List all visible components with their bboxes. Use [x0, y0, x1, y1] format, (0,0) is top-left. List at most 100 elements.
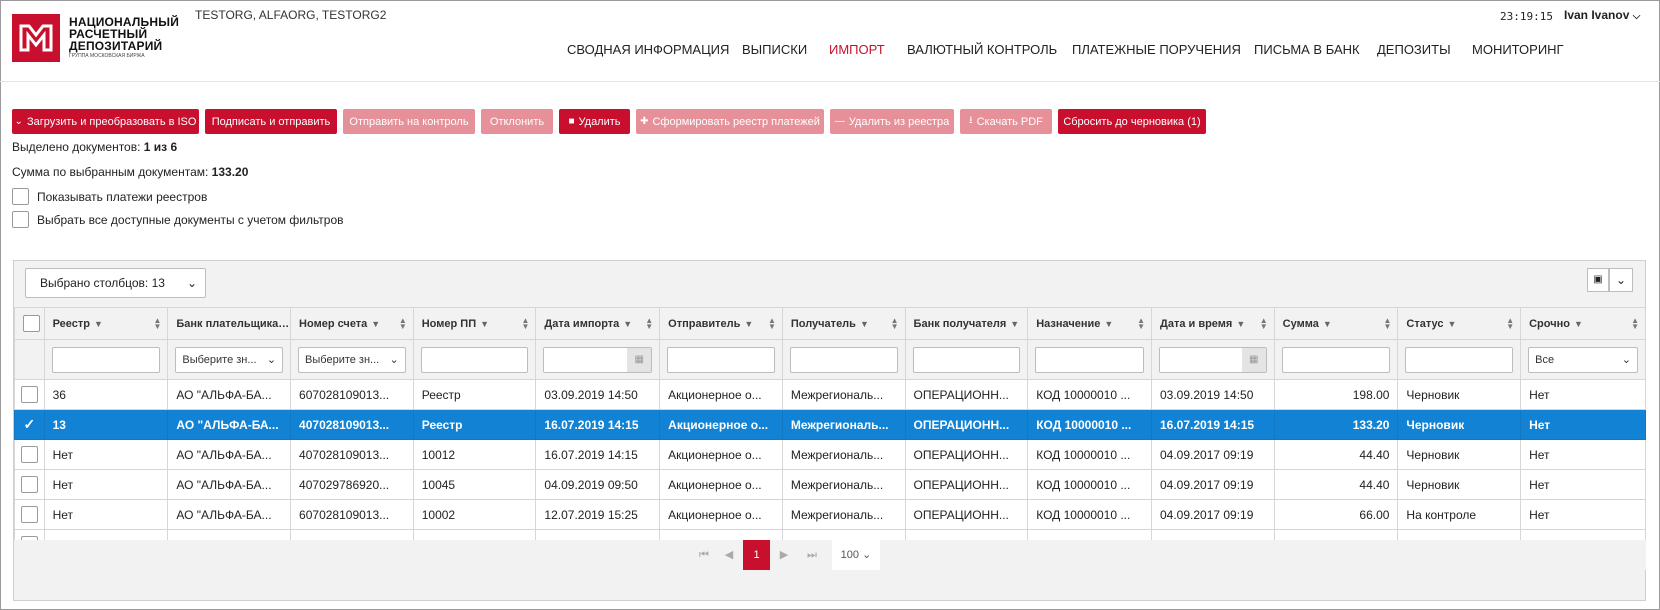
save-settings-button[interactable]: ▣	[1587, 268, 1609, 292]
calendar-icon[interactable]: ▦	[627, 347, 652, 372]
cell-pp-number: 10002	[412, 499, 537, 530]
nav-item-summary[interactable]: СВОДНАЯ ИНФОРМАЦИЯ	[567, 42, 729, 57]
registry-filter-input[interactable]	[51, 346, 161, 373]
filter-icon[interactable]: ▼	[1010, 319, 1019, 329]
nav-item-statements[interactable]: ВЫПИСКИ	[742, 42, 807, 57]
purpose-filter-input[interactable]	[1035, 346, 1144, 373]
nav-item-deposits[interactable]: ДЕПОЗИТЫ	[1377, 42, 1451, 57]
nav-item-monitoring[interactable]: МОНИТОРИНГ	[1472, 42, 1564, 57]
nav-item-bank-letters[interactable]: ПИСЬМА В БАНК	[1254, 42, 1360, 57]
sort-icon[interactable]: ▲ ▼	[1384, 317, 1392, 331]
column-header-amount[interactable]: Сумма ▼ ▲ ▼	[1273, 307, 1399, 340]
filter-icon[interactable]: ▼	[371, 319, 380, 329]
sort-icon[interactable]: ▲ ▼	[153, 317, 161, 331]
reject-button[interactable]: Отклонить	[481, 109, 553, 134]
cell-pp-number: Реестр	[412, 379, 537, 410]
calendar-icon[interactable]: ▦	[1241, 347, 1266, 372]
column-header-status[interactable]: Статус ▼ ▲ ▼	[1397, 307, 1522, 340]
column-header-purpose[interactable]: Назначение ▼ ▲ ▼	[1027, 307, 1152, 340]
filter-icon[interactable]: ▼	[623, 319, 632, 329]
load-convert-iso-button[interactable]: ⌄ Загрузить и преобразовать в ISO	[12, 109, 199, 134]
recipient-bank-filter-input[interactable]	[912, 346, 1021, 373]
sort-icon[interactable]: ▲ ▼	[768, 317, 776, 331]
sort-icon[interactable]: ▲ ▼	[1260, 317, 1268, 331]
button-label: Загрузить и преобразовать в ISO	[26, 115, 197, 128]
row-checkbox[interactable]	[20, 506, 38, 523]
payer-bank-filter-select[interactable]: Выберите зн... ⌄	[175, 346, 284, 373]
reset-to-draft-button[interactable]: Сбросить до черновика (1)	[1058, 109, 1206, 134]
nav-item-payment-orders[interactable]: ПЛАТЕЖНЫЕ ПОРУЧЕНИЯ	[1072, 42, 1241, 57]
recipient-filter-input[interactable]	[789, 346, 898, 373]
send-to-control-button[interactable]: Отправить на контроль	[343, 109, 475, 134]
filter-icon[interactable]: ▼	[1104, 319, 1113, 329]
download-pdf-button[interactable]: ⭳ Скачать PDF	[960, 109, 1052, 134]
table-row[interactable]: ✓ 13 АО "АЛЬФА-БА... 407028109013... Реестр 1…	[14, 409, 1646, 440]
filter-cell	[781, 339, 906, 380]
sort-icon[interactable]: ▲ ▼	[1631, 317, 1639, 331]
create-payment-registry-button[interactable]: ✚ Сформировать реестр платежей	[636, 109, 824, 134]
status-filter-input[interactable]	[1405, 346, 1514, 373]
row-checkbox[interactable]	[20, 446, 38, 463]
filter-icon[interactable]: ▼	[1448, 319, 1457, 329]
checkmark-icon[interactable]: ✓	[23, 416, 35, 432]
table-row[interactable]: Нет АО "АЛЬФА-БА... 607028109013... 10002 12…	[14, 499, 1646, 530]
sort-icon[interactable]: ▲ ▼	[1137, 317, 1145, 331]
column-header-pp-number[interactable]: Номер ПП ▼ ▲ ▼	[412, 307, 537, 340]
current-page[interactable]: 1	[743, 540, 770, 570]
cell-import-date: 04.09.2019 09:50	[535, 469, 661, 500]
filter-icon[interactable]: ▼	[860, 319, 869, 329]
filter-cell	[1027, 339, 1152, 380]
delete-button[interactable]: ■ Удалить	[559, 109, 630, 134]
table-row[interactable]: 36 АО "АЛЬФА-БА... 607028109013... Реестр 03…	[14, 379, 1646, 410]
filter-icon[interactable]: ▼	[1574, 319, 1583, 329]
column-selector-dropdown[interactable]: Выбрано столбцов: 13 ⌄	[25, 268, 206, 298]
amount-filter-input[interactable]	[1281, 346, 1391, 373]
sort-icon[interactable]: ▲ ▼	[645, 317, 653, 331]
filter-icon[interactable]: ▼	[1236, 319, 1245, 329]
column-header-recipient-bank[interactable]: Банк получателя ▼	[904, 307, 1029, 340]
datetime-filter-input[interactable]: ▦	[1158, 346, 1267, 373]
sort-icon[interactable]: ▲ ▼	[399, 317, 407, 331]
column-header-sender[interactable]: Отправитель ▼ ▲ ▼	[659, 307, 783, 340]
import-date-filter-input[interactable]: ▦	[543, 346, 653, 373]
column-header-urgent[interactable]: Срочно ▼ ▲ ▼	[1520, 307, 1646, 340]
sign-send-button[interactable]: Подписать и отправить	[205, 109, 337, 134]
cell-registry: 13	[43, 409, 169, 440]
show-registry-payments-checkbox[interactable]	[12, 188, 29, 205]
organization-list[interactable]: TESTORG, ALFAORG, TESTORG2	[195, 8, 386, 22]
account-filter-select[interactable]: Выберите зн... ⌄	[298, 346, 406, 373]
select-all-checkbox[interactable]	[23, 315, 40, 332]
prev-page-icon[interactable]: ◀	[722, 540, 736, 570]
filter-icon[interactable]: ▼	[744, 319, 753, 329]
filter-icon[interactable]: ▼	[94, 319, 103, 329]
page-size-select[interactable]: 100 ⌄	[832, 540, 880, 570]
column-header-datetime[interactable]: Дата и время ▼ ▲ ▼	[1150, 307, 1275, 340]
column-header-registry[interactable]: Реестр ▼ ▲ ▼	[43, 307, 169, 340]
sort-icon[interactable]: ▲ ▼	[891, 317, 899, 331]
filter-icon[interactable]: ▼	[480, 319, 489, 329]
sort-icon[interactable]: ▲ ▼	[522, 317, 530, 331]
pp-number-filter-input[interactable]	[420, 346, 529, 373]
next-page-icon[interactable]: ▶	[777, 540, 791, 570]
remove-from-registry-button[interactable]: — Удалить из реестра	[830, 109, 954, 134]
grid-options-button[interactable]: ⌄	[1609, 268, 1633, 292]
user-menu[interactable]: Ivan Ivanov ⌵	[1564, 8, 1640, 22]
column-header-import-date[interactable]: Дата импорта ▼ ▲ ▼	[535, 307, 661, 340]
sender-filter-input[interactable]	[667, 346, 775, 373]
column-header-account[interactable]: Номер счета ▼ ▲ ▼	[290, 307, 414, 340]
column-header-recipient[interactable]: Получатель ▼ ▲ ▼	[781, 307, 906, 340]
urgent-filter-select[interactable]: Все ⌄	[1528, 346, 1638, 373]
last-page-icon[interactable]: ⏭	[804, 540, 820, 570]
table-row[interactable]: Нет АО "АЛЬФА-БА... 407028109013... 10012 16…	[14, 439, 1646, 470]
sort-icon[interactable]: ▲ ▼	[1506, 317, 1514, 331]
first-page-icon[interactable]: ⏮	[696, 540, 712, 570]
filter-icon[interactable]: ▼	[1323, 319, 1332, 329]
table-row[interactable]: Нет АО "АЛЬФА-БА... 407029786920... 10045 04…	[14, 469, 1646, 500]
nav-item-import[interactable]: ИМПОРТ	[829, 42, 885, 57]
row-checkbox[interactable]	[20, 386, 38, 403]
cell-purpose: КОД 10000010 ...	[1027, 469, 1152, 500]
column-header-payer-bank[interactable]: Банк плательщика ▼	[167, 307, 292, 340]
select-all-filtered-checkbox[interactable]	[12, 211, 29, 228]
row-checkbox[interactable]	[20, 476, 38, 493]
nav-item-currency-control[interactable]: ВАЛЮТНЫЙ КОНТРОЛЬ	[907, 42, 1057, 57]
